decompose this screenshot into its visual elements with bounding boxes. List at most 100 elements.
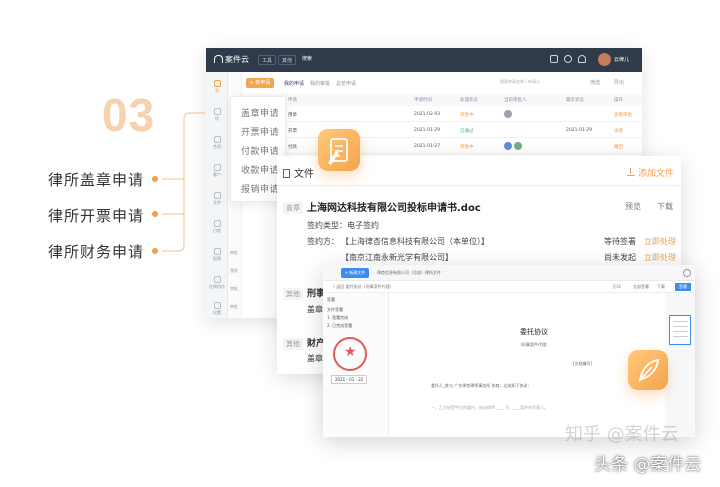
thumb-line [673,321,688,322]
section-sub: 盖章 [307,354,323,363]
topbar-search[interactable]: 搜索 [302,55,312,62]
process-now-button[interactable]: 立即处理 [644,252,676,263]
zhihu-watermark: 知乎 @案件云 [565,424,679,445]
process-now-button[interactable]: 立即处理 [644,236,676,247]
sidebar-item-collab[interactable]: 在线协作 [209,276,225,290]
cell-latest: 2021-01-29 [566,128,593,133]
category-tag: 其他 [283,338,303,350]
tab-my-approvals[interactable]: 我的审批 [310,80,330,87]
sidebar-item-settings[interactable]: 设置 [209,302,225,316]
sidebar-item-client[interactable]: 客户 [209,164,225,178]
feature-dot [152,176,158,182]
application-search-input[interactable]: 搜索申请名称 / 申请人 [500,79,540,85]
document-title[interactable]: 上海网达科技有限公司投标申请书.doc [307,199,481,214]
approver-avatar [504,142,512,150]
app-logo-text: 案件云 [225,55,249,64]
print-button[interactable]: 打印 [613,284,621,290]
cell-status: 审批中 [460,113,474,118]
sidebar-item-label: 设置 [213,310,221,315]
topbar-select-other[interactable]: 其他 [278,55,297,65]
subnav-item[interactable]: 审批 [230,250,238,256]
paper-line: 委托人_姓与 广东律杏律师事务所 协商，达成如下协议： [431,383,532,388]
add-file-button[interactable]: 添加文件 [627,166,674,179]
back-button[interactable]: 〈 返回 委托协议（刑事案件代理） [331,284,394,290]
thumb-line [673,331,688,332]
upload-icon [627,168,635,176]
sidebar-item-contract[interactable]: 合同 [209,136,225,150]
file-icon [283,169,290,178]
app-logo[interactable]: 案件云 [214,54,249,65]
sidebar-item-report[interactable]: 报表 [209,248,225,262]
subnav-item[interactable]: 审批 [230,304,238,310]
paper-line: 一、乙方接受甲方的委托，指派律师 ____ 为 ____ 案件的代理人。 [431,405,549,410]
export-button[interactable]: 导出 [614,79,624,86]
sidebar-item-label: 合同 [213,144,221,149]
feather-icon [628,350,668,390]
doc-download-button[interactable]: 下载 [657,284,665,290]
menu-item-invoice[interactable]: 开票申请 [241,125,279,138]
sidebar-item-project[interactable]: 项 [209,108,225,122]
new-file-button[interactable]: + 新建文件 [341,268,369,278]
table-row[interactable]: 开票 2021-01-29 已通过 2021-01-29 详情 [242,124,642,138]
cell-name: 开票 [288,129,297,134]
sign-button[interactable]: 签署 [675,283,691,291]
category-tag: 盖章 [283,202,303,214]
subnav-item[interactable]: 我发 [230,268,238,274]
sidebar-item-case[interactable]: 案 [209,80,225,94]
signature-panel: 签署 文件签署 1. 签署完成 2. 已完成签署 ★ 2021 - 01 - 2… [323,293,389,437]
sign-all-button[interactable]: 全部签署 [633,284,649,290]
brand-watermark: 头条 @案件云 [594,455,702,475]
cell-action[interactable]: 详情 [614,128,623,134]
menu-item-seal[interactable]: 盖章申请 [241,106,279,119]
table-row[interactable]: 用章 2021-02-03 审批中 查看审批 [242,108,642,122]
menu-item-payment[interactable]: 付款申请 [241,144,279,157]
table-row[interactable]: 付款 2021-01-27 审批中 撤回 [242,140,642,154]
thumb-line [673,336,688,337]
collab-icon [213,276,221,283]
bell-icon[interactable] [578,55,586,63]
sidebar-item-calendar[interactable]: 日程 [209,220,225,234]
download-button[interactable]: 下载 [657,201,673,212]
cell-date: 2021-02-03 [414,112,441,117]
company-seal[interactable]: ★ [333,337,367,371]
approver-avatar [514,142,522,150]
doc-breadcrumb[interactable]: 律杏信息有限公司（总部）律所文件 [377,270,441,276]
page-thumbnails [665,293,695,437]
feature-seal-application: 律所盖章申请 [48,171,145,189]
topbar-select-tools[interactable]: 工具 [258,55,277,65]
tab-my-applications[interactable]: 我的申请 [284,80,304,87]
menu-item-receipt[interactable]: 收款申请 [241,163,279,176]
user-avatar-icon[interactable] [683,269,691,277]
panel-item[interactable]: 1. 签署完成 [327,315,348,321]
preview-button[interactable]: 预览 [625,201,641,212]
cell-action[interactable]: 撤回 [614,144,623,150]
sign-status: 等待签署 [604,237,636,246]
column-header: 处理状态 [460,98,478,103]
user-name[interactable]: 云律儿 [614,56,629,63]
cloud-icon [214,55,223,63]
filter-button[interactable]: 筛选 [590,79,600,86]
help-icon[interactable] [564,55,572,63]
sidebar-item-file[interactable]: 文件 [209,192,225,206]
panel-item[interactable]: 文件签署 [327,307,343,313]
sidebar-item-label: 文件 [213,200,221,205]
project-icon [213,108,221,115]
new-application-button[interactable]: + 新申请 [246,78,274,88]
tab-all-applications[interactable]: 总览申请 [336,80,356,87]
column-header: 当前审批人 [504,98,527,103]
sidebar-item-label: 客户 [213,172,221,177]
doc-toolbar: 〈 返回 委托协议（刑事案件代理） 打印 全部签署 下载 签署 [323,281,695,293]
page-thumbnail[interactable] [669,315,691,345]
seal-date[interactable]: 2021 - 01 - 22 [331,375,368,384]
doc-topbar: + 新建文件 律杏信息有限公司（总部）律所文件 [323,265,695,281]
subnav-item[interactable]: 审批 [230,286,238,292]
signer-name: 【上海律杏信息科技有限公司（本单位）】 [341,237,489,246]
menu-item-reimburse[interactable]: 报销申请 [241,182,279,195]
cell-action[interactable]: 查看审批 [614,112,632,118]
user-avatar[interactable] [598,53,611,66]
panel-item[interactable]: 2. 已完成签署 [327,323,352,329]
file-icon [213,192,221,199]
approver-avatar [504,110,512,118]
grid-icon[interactable] [550,55,558,63]
cell-status: 已通过 [460,129,474,134]
